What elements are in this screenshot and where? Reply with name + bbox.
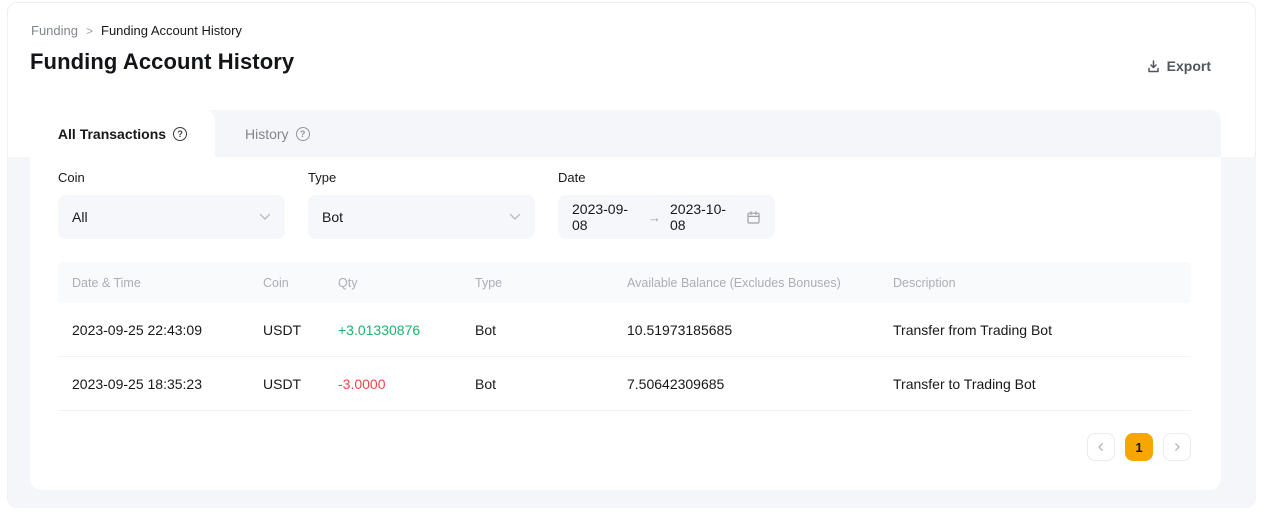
export-label: Export (1166, 58, 1211, 74)
question-circle-icon[interactable]: ? (173, 126, 188, 141)
date-filter-group: Date 2023-09-08 → 2023-10-08 (558, 170, 775, 239)
range-arrow-icon: → (648, 209, 661, 225)
date-range-end: 2023-10-08 (670, 201, 727, 233)
calendar-icon (746, 210, 761, 225)
filter-bar: Coin All Type Bot Date 2023-09-08 → 2023… (58, 170, 775, 239)
tab-history[interactable]: History ? (215, 110, 340, 157)
chevron-left-icon (1096, 442, 1106, 452)
tab-all-transactions-label: All Transactions (57, 125, 167, 142)
breadcrumb-separator-icon: > (85, 23, 93, 38)
transactions-table: Date & Time Coin Qty Type Available Bala… (58, 262, 1191, 411)
tab-history-label: History (245, 125, 289, 142)
cell-balance: 7.50642309685 (627, 375, 725, 392)
col-header-qty: Qty (338, 275, 358, 290)
tab-bar: All Transactions ? History ? (30, 110, 1221, 157)
type-filter-label: Type (308, 170, 337, 185)
coin-filter-label: Coin (58, 170, 85, 185)
col-header-coin: Coin (263, 275, 289, 290)
pagination: 1 (1087, 433, 1191, 461)
col-header-type: Type (475, 275, 503, 290)
type-select[interactable]: Bot (308, 195, 535, 239)
cell-description: Transfer from Trading Bot (893, 321, 1052, 338)
table-header-row: Date & Time Coin Qty Type Available Bala… (58, 262, 1191, 303)
coin-select-value: All (72, 209, 88, 225)
cell-description: Transfer to Trading Bot (893, 375, 1036, 392)
page-title: Funding Account History (30, 49, 295, 74)
type-filter-group: Type Bot (308, 170, 535, 239)
col-header-datetime: Date & Time (72, 275, 141, 290)
chevron-right-icon (1172, 442, 1182, 452)
chevron-down-icon (259, 213, 271, 221)
funding-account-history-page: Funding > Funding Account History Fundin… (0, 0, 1268, 518)
col-header-description: Description (893, 275, 956, 290)
cell-type: Bot (475, 321, 497, 338)
col-header-balance: Available Balance (Excludes Bonuses) (627, 275, 841, 290)
cell-coin: USDT (263, 375, 302, 392)
pagination-page-1[interactable]: 1 (1125, 433, 1153, 461)
cell-qty: +3.01330876 (338, 321, 421, 338)
cell-qty: -3.0000 (338, 375, 386, 392)
breadcrumb-current: Funding Account History (101, 23, 242, 38)
chevron-down-icon (509, 213, 521, 221)
cell-balance: 10.51973185685 (627, 321, 733, 338)
table-row: 2023-09-25 22:43:09 USDT +3.01330876 Bot… (58, 303, 1191, 357)
table-row: 2023-09-25 18:35:23 USDT -3.0000 Bot 7.5… (58, 357, 1191, 411)
cell-type: Bot (475, 375, 497, 392)
download-icon (1146, 59, 1161, 74)
coin-filter-group: Coin All (58, 170, 285, 239)
main-panel: Coin All Type Bot Date 2023-09-08 → 2023… (30, 157, 1221, 490)
cell-datetime: 2023-09-25 18:35:23 (72, 375, 202, 392)
pagination-next-button[interactable] (1163, 433, 1191, 461)
date-range-picker[interactable]: 2023-09-08 → 2023-10-08 (558, 195, 775, 239)
tab-all-transactions[interactable]: All Transactions ? (30, 110, 215, 157)
date-filter-label: Date (558, 170, 586, 185)
date-range-start: 2023-09-08 (572, 201, 629, 233)
breadcrumb-funding[interactable]: Funding (31, 23, 78, 38)
cell-coin: USDT (263, 321, 302, 338)
export-button[interactable]: Export (1146, 58, 1211, 74)
type-select-value: Bot (322, 209, 344, 225)
breadcrumb: Funding > Funding Account History (31, 23, 242, 38)
pagination-prev-button[interactable] (1087, 433, 1115, 461)
coin-select[interactable]: All (58, 195, 285, 239)
question-circle-icon[interactable]: ? (295, 126, 310, 141)
cell-datetime: 2023-09-25 22:43:09 (72, 321, 202, 338)
